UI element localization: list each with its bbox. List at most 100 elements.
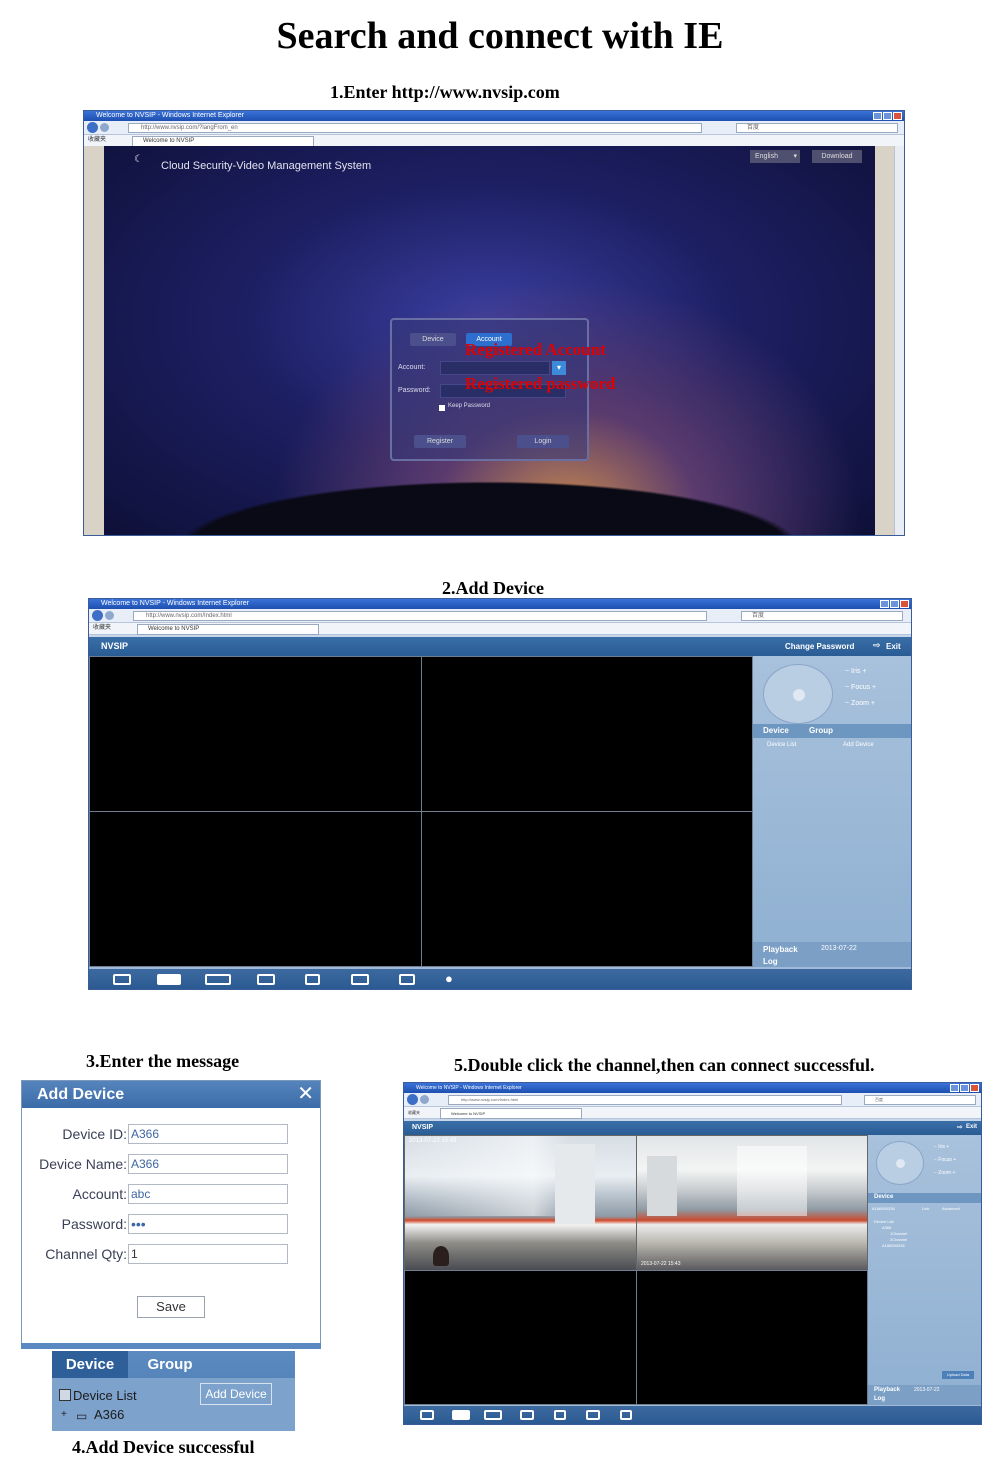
tab-device[interactable]: Device bbox=[410, 333, 456, 346]
tab-group[interactable]: Group bbox=[132, 1351, 208, 1378]
close-button[interactable] bbox=[970, 1084, 979, 1092]
exit-icon[interactable]: ⇨ bbox=[873, 640, 881, 651]
register-button[interactable]: Register bbox=[414, 435, 466, 448]
address-input[interactable]: http://www.nvsip.com/Index.html bbox=[448, 1095, 842, 1105]
device-id-input[interactable]: A366 bbox=[128, 1124, 288, 1144]
favorites-button[interactable]: 收藏夹 bbox=[408, 1108, 420, 1117]
tab-welcome[interactable]: Welcome to NVSIP bbox=[137, 624, 319, 635]
back-icon[interactable] bbox=[87, 122, 98, 133]
forward-icon[interactable] bbox=[100, 123, 109, 132]
video-grid bbox=[89, 656, 753, 967]
exit-link[interactable]: Exit bbox=[966, 1124, 977, 1130]
close-button[interactable] bbox=[893, 112, 902, 120]
upload-data-button[interactable]: Upload Data bbox=[942, 1371, 974, 1379]
search-input[interactable]: 百度 bbox=[741, 611, 903, 621]
chevron-down-icon: ▾ bbox=[793, 153, 797, 160]
ptz-joystick-icon[interactable] bbox=[763, 664, 833, 724]
form-row: Account: abc bbox=[22, 1184, 322, 1204]
playback-icon[interactable] bbox=[554, 1410, 566, 1420]
channel-qty-input[interactable]: 1 bbox=[128, 1244, 288, 1264]
snapshot-icon[interactable] bbox=[351, 974, 369, 985]
close-video-icon[interactable] bbox=[420, 1410, 434, 1420]
fullscreen-icon[interactable] bbox=[620, 1410, 632, 1420]
fullscreen-icon[interactable] bbox=[399, 974, 415, 985]
tab-welcome[interactable]: Welcome to NVSIP bbox=[440, 1108, 582, 1119]
device-item[interactable]: A366 bbox=[94, 1407, 124, 1422]
camera-feed-2[interactable]: 2013-07-22 15:43 bbox=[636, 1135, 868, 1271]
ptz-joystick-icon[interactable] bbox=[876, 1141, 924, 1185]
account-dropdown-icon[interactable]: ▾ bbox=[552, 361, 566, 375]
tab-device[interactable]: Device bbox=[763, 726, 789, 735]
close-button[interactable] bbox=[900, 600, 909, 608]
device-item[interactable]: A366 bbox=[882, 1225, 891, 1230]
playback-label: Playback bbox=[874, 1387, 901, 1393]
channel-item[interactable]: 1Channel bbox=[890, 1231, 907, 1236]
split-screen-icon[interactable] bbox=[257, 974, 275, 985]
expand-icon[interactable]: + bbox=[61, 1409, 67, 1420]
video-cell[interactable] bbox=[89, 656, 422, 812]
device-name-input[interactable]: A366 bbox=[128, 1154, 288, 1174]
device-list-label[interactable]: Device List bbox=[73, 1388, 137, 1403]
device-item[interactable]: A186500336 bbox=[882, 1243, 905, 1248]
device-list-label: Device List bbox=[767, 742, 797, 748]
forward-icon[interactable] bbox=[105, 611, 114, 620]
video-cell[interactable] bbox=[89, 811, 422, 967]
minimize-button[interactable] bbox=[950, 1084, 959, 1092]
address-input[interactable]: http://www.nvsip.com/?langFrom_en bbox=[128, 123, 702, 133]
keep-password-checkbox[interactable] bbox=[439, 405, 445, 411]
maximize-button[interactable] bbox=[890, 600, 899, 608]
forward-icon[interactable] bbox=[420, 1095, 429, 1104]
record-icon[interactable] bbox=[452, 1410, 470, 1420]
change-password-link[interactable]: Change Password bbox=[785, 642, 854, 651]
tab-group[interactable]: Group bbox=[809, 726, 833, 735]
video-cell[interactable] bbox=[421, 656, 753, 812]
login-button[interactable]: Login bbox=[517, 435, 569, 448]
download-button[interactable]: Download bbox=[812, 150, 862, 163]
favorites-button[interactable]: 收藏夹 bbox=[93, 624, 111, 633]
maximize-button[interactable] bbox=[960, 1084, 969, 1092]
account-label: Account: bbox=[72, 1186, 127, 1202]
close-all-icon[interactable] bbox=[484, 1410, 502, 1420]
password-input[interactable]: ••• bbox=[128, 1214, 288, 1234]
add-device-button[interactable]: Add Device bbox=[843, 742, 874, 748]
close-all-icon[interactable] bbox=[205, 974, 231, 985]
record-icon[interactable] bbox=[157, 974, 181, 985]
split-screen-icon[interactable] bbox=[520, 1410, 534, 1420]
close-video-icon[interactable] bbox=[113, 974, 131, 985]
channel-item[interactable]: 2Channel bbox=[890, 1237, 907, 1242]
camera-feed-1[interactable]: 2013-07-22 15:43 bbox=[404, 1135, 637, 1271]
account-input[interactable]: abc bbox=[128, 1184, 288, 1204]
minimize-button[interactable] bbox=[880, 600, 889, 608]
video-cell[interactable] bbox=[421, 811, 753, 967]
language-select[interactable]: English ▾ bbox=[750, 150, 800, 163]
snapshot-icon[interactable] bbox=[586, 1410, 600, 1420]
advanced-button[interactable]: Advanced bbox=[942, 1206, 960, 1211]
playback-date[interactable]: 2013-07-22 bbox=[821, 945, 857, 952]
video-cell[interactable] bbox=[636, 1270, 868, 1405]
playback-icon[interactable] bbox=[305, 974, 320, 985]
scrollbar[interactable] bbox=[894, 146, 904, 535]
exit-link[interactable]: Exit bbox=[886, 642, 901, 651]
search-input[interactable]: 百度 bbox=[736, 123, 898, 133]
back-icon[interactable] bbox=[92, 610, 103, 621]
exit-icon[interactable]: ⇨ bbox=[957, 1123, 963, 1131]
tab-device[interactable]: Device bbox=[52, 1351, 128, 1378]
user-icon[interactable]: ● bbox=[445, 971, 453, 986]
ie-window-login: Welcome to NVSIP - Windows Internet Expl… bbox=[83, 110, 905, 536]
save-button[interactable]: Save bbox=[137, 1296, 205, 1318]
favorites-button[interactable]: 收藏夹 bbox=[88, 136, 106, 145]
maximize-button[interactable] bbox=[883, 112, 892, 120]
add-device-button[interactable]: Add Device bbox=[200, 1383, 272, 1405]
video-cell[interactable] bbox=[404, 1270, 637, 1405]
account-input[interactable] bbox=[440, 361, 550, 375]
bottom-toolbar: ● bbox=[89, 969, 911, 989]
link-button[interactable]: Link bbox=[922, 1206, 929, 1211]
minimize-button[interactable] bbox=[873, 112, 882, 120]
close-icon[interactable]: ✕ bbox=[297, 1081, 314, 1108]
playback-date[interactable]: 2013-07-22 bbox=[914, 1387, 940, 1393]
back-icon[interactable] bbox=[407, 1094, 418, 1105]
device-id-field[interactable]: A186500336 bbox=[872, 1206, 895, 1211]
address-input[interactable]: http://www.nvsip.com/Index.html bbox=[133, 611, 707, 621]
tab-device[interactable]: Device bbox=[874, 1194, 893, 1200]
search-input[interactable]: 百度 bbox=[864, 1095, 976, 1105]
